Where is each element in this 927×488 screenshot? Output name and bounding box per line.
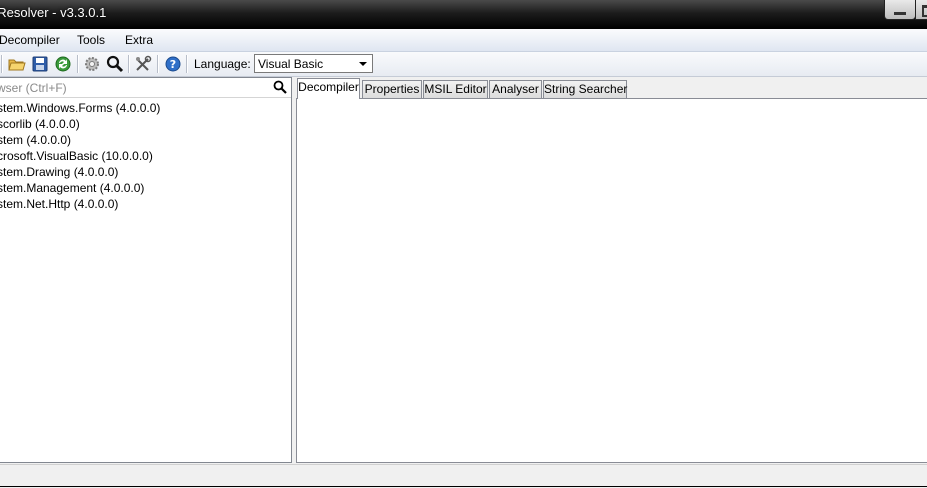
- toolbar-separator: [128, 55, 129, 73]
- toolbar-separator: [1, 55, 2, 73]
- assembly-browser: wser (Ctrl+F) stem.Windows.Forms (4.0.0.…: [0, 77, 292, 463]
- settings-icon[interactable]: [83, 55, 101, 73]
- decompiler-content-pane[interactable]: [296, 98, 927, 463]
- language-select[interactable]: Visual Basic: [254, 54, 373, 73]
- toolbar-separator: [157, 55, 158, 73]
- menu-extra[interactable]: Extra: [125, 33, 153, 47]
- help-icon[interactable]: ?: [164, 55, 182, 73]
- tree-node[interactable]: stem.Drawing (4.0.0.0): [0, 165, 118, 179]
- menu-decompiler[interactable]: Decompiler: [0, 33, 60, 47]
- toolbar-separator: [77, 55, 78, 73]
- refresh-icon[interactable]: [54, 55, 72, 73]
- tree-node[interactable]: scorlib (4.0.0.0): [0, 117, 80, 131]
- save-icon[interactable]: [31, 55, 49, 73]
- toolbar-separator: [186, 55, 187, 73]
- tree-node[interactable]: crosoft.VisualBasic (10.0.0.0): [0, 149, 153, 163]
- title-bar: t Resolver - v3.3.0.1: [0, 0, 927, 29]
- tools-icon[interactable]: [134, 55, 152, 73]
- language-value: Visual Basic: [258, 57, 324, 71]
- language-label: Language:: [194, 57, 251, 71]
- search-placeholder: wser (Ctrl+F): [0, 81, 67, 95]
- minimize-button[interactable]: [884, 0, 916, 20]
- maximize-button[interactable]: [915, 0, 927, 20]
- tree-node[interactable]: stem.Management (4.0.0.0): [0, 181, 144, 195]
- search-icon[interactable]: [273, 80, 287, 94]
- tab-string-searcher[interactable]: String Searcher: [543, 80, 627, 98]
- status-bar: [0, 464, 927, 488]
- tree-node[interactable]: stem (4.0.0.0): [0, 133, 71, 147]
- tab-msil-editor[interactable]: MSIL Editor: [423, 80, 488, 98]
- tab-decompiler[interactable]: Decompiler: [297, 78, 360, 99]
- open-folder-icon[interactable]: [8, 55, 26, 73]
- tree-node[interactable]: stem.Windows.Forms (4.0.0.0): [0, 101, 160, 115]
- chevron-down-icon: [359, 62, 367, 66]
- menu-tools[interactable]: Tools: [77, 33, 105, 47]
- tree-node[interactable]: stem.Net.Http (4.0.0.0): [0, 197, 118, 211]
- browser-search-field[interactable]: wser (Ctrl+F): [0, 78, 291, 98]
- toolbar: ? Language: Visual Basic: [0, 52, 927, 77]
- tab-properties[interactable]: Properties: [362, 80, 422, 98]
- menu-bar: Decompiler Tools Extra: [0, 29, 927, 52]
- search-icon[interactable]: [106, 55, 124, 73]
- tab-analyser[interactable]: Analyser: [489, 80, 542, 98]
- svg-text:?: ?: [170, 58, 176, 71]
- window-title: t Resolver - v3.3.0.1: [0, 5, 107, 20]
